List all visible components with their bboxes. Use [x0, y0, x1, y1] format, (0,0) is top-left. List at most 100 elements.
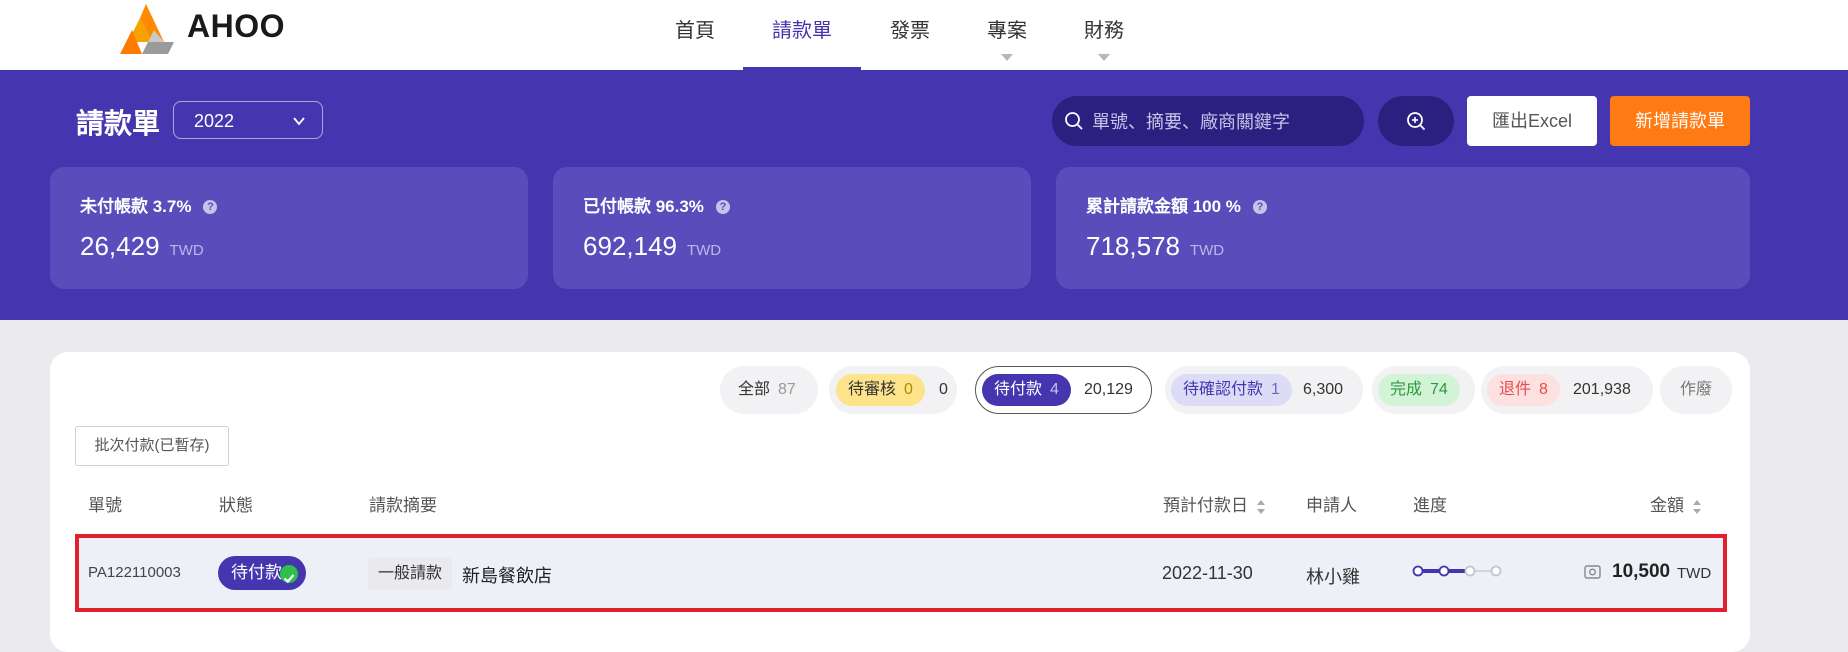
- zoom-in-icon: [1407, 112, 1426, 131]
- filter-void-label: 作廢: [1680, 381, 1713, 398]
- money-icon: [1584, 565, 1601, 579]
- filter-confirm-count: 1: [1271, 381, 1280, 398]
- sort-icon: [1257, 499, 1265, 514]
- filter-done-count: 74: [1430, 381, 1448, 398]
- col-header-number: 單號: [88, 496, 122, 515]
- stat-unpaid-label-wrap: 未付帳款 3.7%?: [80, 192, 218, 217]
- row-number[interactable]: PA122110003: [88, 564, 181, 581]
- row-applicant: 林小雞: [1306, 567, 1360, 587]
- col-header-due-date[interactable]: 預計付款日: [1163, 491, 1266, 516]
- status-badge-label: 待付款: [231, 563, 282, 582]
- stat-unpaid-amount-wrap: 26,429 TWD: [80, 231, 204, 262]
- filter-all-pill: 全部 87: [726, 374, 808, 406]
- filter-returned[interactable]: 退件 8 201,938: [1481, 366, 1653, 414]
- filter-pay-label: 待付款: [994, 381, 1043, 398]
- filter-review-pill: 待審核 0: [836, 374, 925, 406]
- filter-confirm-pill: 待確認付款 1: [1171, 374, 1292, 406]
- filter-pending-review[interactable]: 待審核 0 0: [829, 366, 957, 414]
- stat-paid-label: 已付帳款 96.3%: [583, 197, 704, 216]
- request-type-tag: 一般請款: [368, 558, 453, 590]
- nav-home-label: 首頁: [675, 20, 715, 42]
- row-summary: 新島餐飲店: [462, 566, 552, 586]
- chevron-down-icon: [1098, 54, 1110, 61]
- filter-pay-pill: 待付款 4: [982, 374, 1071, 406]
- filter-returned-amount: 201,938: [1573, 381, 1631, 398]
- batch-payment-button[interactable]: 批次付款(已暫存): [75, 426, 229, 466]
- filter-all[interactable]: 全部 87: [720, 366, 818, 414]
- stat-total-amount: 718,578: [1086, 231, 1180, 261]
- page-title: 請款單: [76, 108, 161, 139]
- stat-total-currency: TWD: [1189, 242, 1225, 259]
- filter-confirm-label: 待確認付款: [1183, 381, 1264, 398]
- stat-total-label-wrap: 累計請款金額 100 %?: [1086, 192, 1267, 217]
- chevron-down-icon: [1001, 54, 1013, 61]
- progress-step-dot: [1412, 565, 1424, 577]
- col-header-progress: 進度: [1413, 496, 1447, 515]
- filter-void[interactable]: 作廢: [1660, 366, 1732, 414]
- filter-returned-count: 8: [1539, 381, 1548, 398]
- filter-completed[interactable]: 完成 74: [1372, 366, 1475, 414]
- stat-card-paid: 已付帳款 96.3%? 692,149 TWD: [553, 167, 1031, 289]
- stat-total-label: 累計請款金額 100 %: [1086, 197, 1241, 216]
- filter-all-count: 87: [778, 381, 796, 398]
- help-icon[interactable]: ?: [1252, 200, 1267, 214]
- ahoo-logo-icon[interactable]: [118, 2, 174, 54]
- nav-projects[interactable]: 專案: [972, 0, 1042, 70]
- stat-card-total: 累計請款金額 100 %? 718,578 TWD: [1056, 167, 1750, 289]
- nav-payment-requests-label: 請款單: [772, 20, 832, 42]
- sort-icon: [1693, 499, 1701, 514]
- filter-pending-confirm[interactable]: 待確認付款 1 6,300: [1165, 366, 1363, 414]
- filter-returned-pill: 退件 8: [1487, 374, 1560, 406]
- help-icon[interactable]: ?: [715, 200, 730, 214]
- filter-pay-amount: 20,129: [1084, 381, 1133, 398]
- nav-invoices[interactable]: 發票: [875, 0, 945, 70]
- help-icon[interactable]: ?: [203, 200, 218, 214]
- col-header-amount-label: 金額: [1650, 496, 1684, 515]
- brand-name[interactable]: AHOO: [187, 8, 285, 45]
- nav-finance-label: 財務: [1084, 20, 1124, 42]
- search-box[interactable]: [1052, 96, 1364, 148]
- row-amount: 10,500: [1612, 561, 1671, 582]
- new-payment-request-button[interactable]: 新增請款單: [1610, 96, 1750, 146]
- progress-step-dot: [1490, 565, 1502, 577]
- filter-review-label: 待審核: [848, 381, 897, 398]
- nav-invoices-label: 發票: [890, 20, 930, 42]
- year-select[interactable]: 2022: [173, 101, 323, 139]
- col-header-amount[interactable]: 金額: [1650, 491, 1702, 516]
- search-icon: [1065, 112, 1083, 130]
- row-currency: TWD: [1677, 565, 1712, 582]
- nav-home[interactable]: 首頁: [660, 0, 730, 70]
- export-excel-button[interactable]: 匯出Excel: [1467, 96, 1597, 146]
- progress-step-dot: [1464, 565, 1476, 577]
- chevron-down-icon: [293, 117, 305, 126]
- search-button[interactable]: [1378, 96, 1454, 146]
- page-header: 請款單 2022 匯出Excel 新增請款單 未付帳款 3.7%? 26,429…: [0, 70, 1848, 320]
- top-navbar: AHOO 首頁 請款單 發票 專案 財務: [0, 0, 1848, 70]
- progress-step-dot: [1438, 565, 1450, 577]
- filter-pending-payment[interactable]: 待付款 4 20,129: [975, 366, 1152, 414]
- filter-pay-count: 4: [1050, 381, 1059, 398]
- search-input[interactable]: [1090, 96, 1354, 148]
- stat-total-amount-wrap: 718,578 TWD: [1086, 231, 1224, 262]
- stat-unpaid-amount: 26,429: [80, 231, 160, 261]
- stat-paid-amount-wrap: 692,149 TWD: [583, 231, 721, 262]
- col-header-summary: 請款摘要: [369, 496, 437, 515]
- status-badge: 待付款: [218, 556, 306, 590]
- filter-done-pill: 完成 74: [1378, 374, 1460, 406]
- stat-unpaid-label: 未付帳款 3.7%: [80, 197, 192, 216]
- nav-finance[interactable]: 財務: [1069, 0, 1139, 70]
- stat-paid-amount: 692,149: [583, 231, 677, 261]
- filter-review-count: 0: [904, 381, 913, 398]
- nav-payment-requests[interactable]: 請款單: [743, 0, 861, 70]
- stat-paid-currency: TWD: [686, 242, 722, 259]
- stat-paid-label-wrap: 已付帳款 96.3%?: [583, 192, 730, 217]
- check-circle-icon: [280, 565, 298, 584]
- col-header-status: 狀態: [219, 496, 253, 515]
- filter-review-amount: 0: [939, 381, 948, 398]
- row-due-date: 2022-11-30: [1162, 563, 1253, 583]
- filter-confirm-amount: 6,300: [1303, 381, 1344, 398]
- filter-returned-label: 退件: [1499, 381, 1532, 398]
- col-header-applicant: 申請人: [1306, 496, 1357, 515]
- filter-all-label: 全部: [738, 381, 771, 398]
- progress-stepper: [1412, 565, 1502, 577]
